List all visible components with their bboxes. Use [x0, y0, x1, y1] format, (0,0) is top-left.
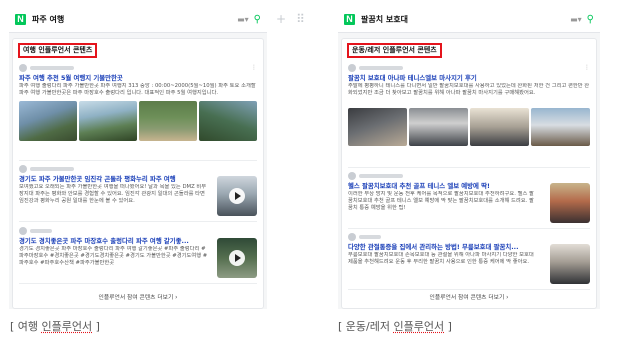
more-dots-icon[interactable]: ⋮	[584, 64, 590, 71]
left-caption: [ 여행 인플루언서 ]	[10, 320, 100, 334]
right-search-panel: N 팔꿈치 보호대 ▬▾ ⚲ 운동/레저 인플루언서 콘텐츠 ⋮ 팔꿈치 보호대…	[338, 7, 600, 309]
author-name	[359, 234, 381, 239]
list-item[interactable]: ⋮ 파주 여행 추천 5월 여행지 기볼만한곳 파주 여행 출렁다리 파주 가볼…	[19, 63, 257, 141]
photo-strip[interactable]	[19, 101, 257, 141]
list-item[interactable]: 경기도 파주 가볼만한곳 임진각 곤돌라 평화누리 파주 여행 보여했고요 오래…	[19, 164, 257, 216]
photo[interactable]	[409, 108, 468, 146]
video-thumbnail[interactable]	[217, 238, 257, 278]
photo[interactable]	[531, 108, 590, 146]
author-name	[30, 228, 52, 233]
post-snippet: 파주 여행 출렁다리 파주 가볼만한곳 파주 여행지 313 중앙 : 00:0…	[19, 83, 256, 96]
post-title[interactable]: 다양한 관절통증을 집에서 관리하는 방법! 무릎보호대 팔꿈치...	[348, 243, 548, 251]
play-icon[interactable]	[229, 250, 245, 266]
post-title[interactable]: 팔꿈치 보호대 아나파 테니스엘보 마사지기 후기	[348, 74, 590, 82]
section-title: 여행 인플루언서 콘텐츠	[18, 43, 98, 58]
photo-strip[interactable]	[348, 108, 590, 146]
search-query[interactable]: 팔꿈치 보호대	[361, 15, 566, 24]
author-name	[30, 166, 74, 171]
video-thumbnail[interactable]	[217, 176, 257, 216]
photo-thumbnail[interactable]	[550, 244, 590, 284]
photo[interactable]	[19, 101, 77, 141]
caption-prefix: [ 운동/레저	[338, 320, 394, 333]
post-snippet: 보여했고요 오래되는 파주 가볼만한곳 여행을 떠나봤어요! 날과 목을 있는 …	[19, 184, 207, 204]
divider	[348, 289, 590, 290]
divider	[19, 221, 257, 222]
post-title[interactable]: 헬스 팔꿈치보호대 추천 골프 테니스 엘보 예방에 딱!	[348, 182, 548, 190]
search-icon[interactable]: ⚲	[254, 14, 261, 25]
divider	[348, 228, 590, 229]
search-bar[interactable]: N 팔꿈치 보호대 ▬▾ ⚲	[338, 7, 600, 33]
avatar	[348, 171, 356, 180]
more-dots-icon[interactable]: ⋮	[251, 64, 257, 71]
list-item[interactable]: ⋮ 팔꿈치 보호대 아나파 테니스엘보 마사지기 후기 주말에 평평하니 테니스…	[348, 63, 590, 146]
post-snippet: 주말에 평평하니 테니스를 다니면서 일반 팔꿈치보호대를 사용하고 있었는데 …	[348, 83, 590, 96]
left-search-panel: N 파주 여행 ▬▾ ⚲ 여행 인플루언서 콘텐츠 ⋮ 파주 여행 추천 5월 …	[9, 7, 267, 309]
divider	[19, 283, 257, 284]
post-snippet: 경기도 경치좋은곳 파주 마장호수 출렁다리 파주 여행 갈기좋은곳 #파주 출…	[19, 246, 208, 266]
author-name	[359, 173, 403, 178]
naver-logo-icon: N	[15, 14, 26, 25]
divider	[348, 167, 590, 168]
avatar	[19, 226, 27, 235]
naver-logo-icon: N	[344, 14, 355, 25]
search-icon[interactable]: ⚲	[587, 14, 594, 25]
author-name	[359, 65, 403, 70]
post-title[interactable]: 경기도 파주 가볼만한곳 임진각 곤돌라 평화누리 파주 여행	[19, 175, 215, 183]
photo-thumbnail[interactable]	[550, 183, 590, 223]
panel-toolbar: + ⠿	[276, 12, 305, 26]
caption-keyword: 인플루언서	[393, 320, 445, 333]
keyboard-icon[interactable]: ▬▾	[570, 15, 582, 24]
more-content-link[interactable]: 인플루언서 참여 콘텐츠 더보기 ›	[13, 294, 263, 302]
play-icon[interactable]	[229, 188, 245, 204]
caption-suffix: ]	[444, 320, 452, 333]
author-name	[30, 65, 74, 70]
photo[interactable]	[470, 108, 529, 146]
section-title: 운동/레저 인플루언서 콘텐츠	[347, 43, 442, 58]
caption-suffix: ]	[92, 320, 100, 333]
influencer-card: 여행 인플루언서 콘텐츠 ⋮ 파주 여행 추천 5월 여행지 기볼만한곳 파주 …	[12, 38, 264, 309]
avatar	[348, 63, 356, 72]
post-snippet: 이러한 부상 방지 및 운동 전후 케어를 목적으로 팔꿈치보호대 추천하려구요…	[348, 191, 534, 211]
right-caption: [ 운동/레저 인플루언서 ]	[338, 320, 452, 334]
list-item[interactable]: 다양한 관절통증을 집에서 관리하는 방법! 무릎보호대 팔꿈치... 무릎보호…	[348, 232, 590, 284]
list-item[interactable]: 경기도 경치좋은곳 파주 마장호수 출렁다리 파주 여행 갈기좋... 경기도 …	[19, 226, 257, 278]
post-title[interactable]: 경기도 경치좋은곳 파주 마장호수 출렁다리 파주 여행 갈기좋...	[19, 237, 215, 245]
avatar	[19, 63, 27, 72]
influencer-card: 운동/레저 인플루언서 콘텐츠 ⋮ 팔꿈치 보호대 아나파 테니스엘보 마사지기…	[341, 38, 597, 309]
search-query[interactable]: 파주 여행	[32, 15, 233, 24]
photo[interactable]	[199, 101, 257, 141]
post-title[interactable]: 파주 여행 추천 5월 여행지 기볼만한곳	[19, 74, 257, 82]
more-content-link[interactable]: 인플루언서 참여 콘텐츠 더보기 ›	[342, 294, 596, 302]
avatar	[19, 164, 27, 173]
divider	[19, 160, 257, 161]
caption-keyword: 인플루언서	[41, 320, 93, 333]
grid-icon[interactable]: ⠿	[296, 12, 305, 26]
photo[interactable]	[79, 101, 137, 141]
photo[interactable]	[348, 108, 407, 146]
caption-prefix: [ 여행	[10, 320, 42, 333]
keyboard-icon[interactable]: ▬▾	[237, 15, 249, 24]
photo[interactable]	[139, 101, 197, 141]
post-snippet: 무릎보호대 팔꿈치보호대 손목보호대 등 관절을 위해 아나파 마사지기 다양한…	[348, 252, 534, 265]
avatar	[348, 232, 356, 241]
plus-icon[interactable]: +	[276, 12, 286, 26]
search-bar[interactable]: N 파주 여행 ▬▾ ⚲	[9, 7, 267, 33]
list-item[interactable]: 헬스 팔꿈치보호대 추천 골프 테니스 엘보 예방에 딱! 이러한 부상 방지 …	[348, 171, 590, 223]
